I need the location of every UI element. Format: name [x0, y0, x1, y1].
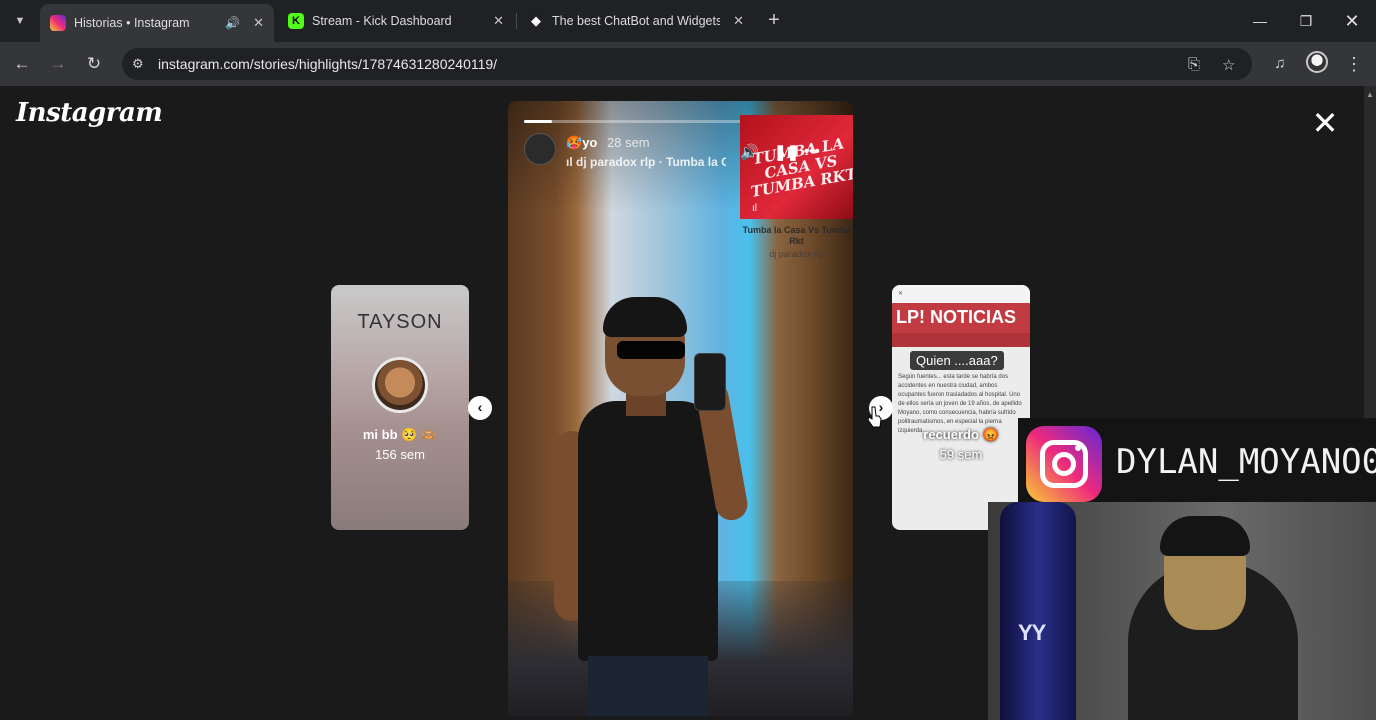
url-text[interactable]: instagram.com/stories/highlights/1787463…	[158, 56, 497, 72]
audio-bars-icon: ıl	[566, 155, 577, 169]
webcam-feed: YY	[988, 502, 1376, 720]
previous-story-preview[interactable]: TAYSON mi bb 🥺 🙈 156 sem	[331, 285, 469, 530]
instagram-logo[interactable]: Instagram	[16, 98, 163, 128]
news-subheader	[892, 333, 1030, 347]
bottle	[1000, 502, 1076, 720]
mute-speaker-icon[interactable]: 🔊	[740, 143, 759, 161]
news-browser-bar: ✕	[892, 285, 1030, 303]
overlay-handle: DYLAN_MOYANO05	[1116, 442, 1376, 482]
story-person-legs	[588, 656, 708, 716]
audio-bars-icon: ıl	[752, 203, 757, 214]
tab-separator	[516, 13, 517, 29]
story-username-text: yo	[582, 135, 598, 150]
tab-instagram[interactable]: Historias • Instagram 🔊 ✕	[40, 4, 274, 42]
sticker-artist: dj paradox rlp	[769, 249, 824, 259]
tab-kick-dashboard[interactable]: K Stream - Kick Dashboard ✕	[278, 6, 514, 36]
instagram-icon-lens	[1052, 452, 1076, 476]
close-tab-icon[interactable]: ✕	[733, 13, 744, 29]
music-sticker[interactable]: TUMBA LA CASA VS TUMBA RKT ıl	[740, 115, 853, 219]
story-music-label[interactable]: ıl dj paradox rlp · Tumba la C	[566, 155, 726, 169]
tab-title: Stream - Kick Dashboard	[312, 14, 452, 28]
preview-time: 156 sem	[375, 447, 425, 462]
preview-label: mi bb 🥺 🙈	[362, 427, 438, 442]
close-tab-icon[interactable]: ✕	[493, 13, 504, 29]
previous-story-arrow-icon[interactable]: ‹	[468, 396, 492, 420]
browser-tabbar: ▼ Historias • Instagram 🔊 ✕ K Stream - K…	[0, 0, 1376, 42]
sticker-caption: Tumba la Casa Vs Tumba Rkt	[742, 225, 851, 246]
story-person-hair	[603, 297, 687, 337]
story-emoji: 🥵	[566, 135, 583, 150]
sunglasses	[617, 341, 685, 359]
address-bar[interactable]: ⚙ instagram.com/stories/highlights/17874…	[122, 48, 1252, 80]
close-tab-icon[interactable]: ✕	[253, 15, 264, 31]
mouse-cursor-icon	[868, 406, 882, 428]
install-app-icon[interactable]: ⎘	[1188, 56, 1200, 73]
minimize-icon[interactable]: —	[1245, 8, 1275, 34]
story-person-body	[578, 401, 718, 661]
botrix-favicon-icon: ◆	[528, 13, 544, 29]
browser-menu-icon[interactable]: ⋮	[1342, 52, 1366, 76]
story-music-text: dj paradox rlp · Tumba la C	[576, 155, 726, 169]
tab-search-chevron-icon[interactable]: ▼	[8, 9, 32, 33]
news-logo: LP! NOTICIAS	[896, 307, 1016, 327]
preview-time: 59 sem	[939, 447, 983, 462]
next-story-preview[interactable]: ✕ LP! NOTICIAS Quien ....aaa? Según fuen…	[892, 285, 1030, 530]
preview-avatar	[372, 357, 428, 413]
preview-title: TAYSON	[357, 311, 443, 333]
bookmark-star-icon[interactable]: ☆	[1222, 56, 1235, 74]
forward-arrow-icon[interactable]: →	[46, 52, 70, 76]
tab-title: Historias • Instagram	[74, 16, 190, 30]
story-user-avatar[interactable]	[524, 133, 556, 165]
scroll-up-arrow-icon[interactable]: ▲	[1366, 90, 1374, 99]
kick-favicon-icon: K	[288, 13, 304, 29]
more-options-icon[interactable]: •••	[804, 143, 820, 160]
close-window-icon[interactable]: ✕	[1337, 8, 1367, 34]
browser-toolbar: ← → ↻ ⚙ instagram.com/stories/highlights…	[0, 42, 1376, 86]
profile-avatar[interactable]	[1306, 51, 1328, 73]
speaker-icon[interactable]: 🔊	[225, 16, 240, 30]
tab-title: The best ChatBot and Widgets	[552, 14, 720, 28]
media-controls-icon[interactable]: ♫	[1268, 52, 1292, 76]
back-arrow-icon[interactable]: ←	[10, 52, 34, 76]
current-story[interactable]: 🥵yo 28 sem ıl dj paradox rlp · Tumba la …	[508, 101, 853, 716]
pause-icon[interactable]: ❚❚	[774, 143, 799, 161]
instagram-icon-flash	[1075, 445, 1081, 451]
bottle-logo: YY	[1018, 620, 1046, 645]
tab-chatbot-widgets[interactable]: ◆ The best ChatBot and Widgets ✕	[518, 6, 754, 36]
site-settings-icon[interactable]: ⚙	[132, 56, 150, 72]
preview-label: recuerdo 😡	[923, 427, 999, 442]
story-username[interactable]: 🥵yo	[566, 135, 597, 151]
close-viewer-icon[interactable]: ✕	[1308, 106, 1342, 140]
webcam-person-hair	[1160, 516, 1250, 556]
reload-icon[interactable]: ↻	[82, 52, 106, 76]
new-tab-button[interactable]: +	[762, 9, 786, 33]
story-timestamp: 28 sem	[607, 135, 650, 150]
preview-question: Quien ....aaa?	[910, 351, 1004, 370]
instagram-favicon-icon	[50, 15, 66, 31]
phone-in-hand	[694, 353, 726, 411]
story-progress-fill	[524, 120, 553, 123]
restore-window-icon[interactable]: ❐	[1291, 8, 1321, 34]
